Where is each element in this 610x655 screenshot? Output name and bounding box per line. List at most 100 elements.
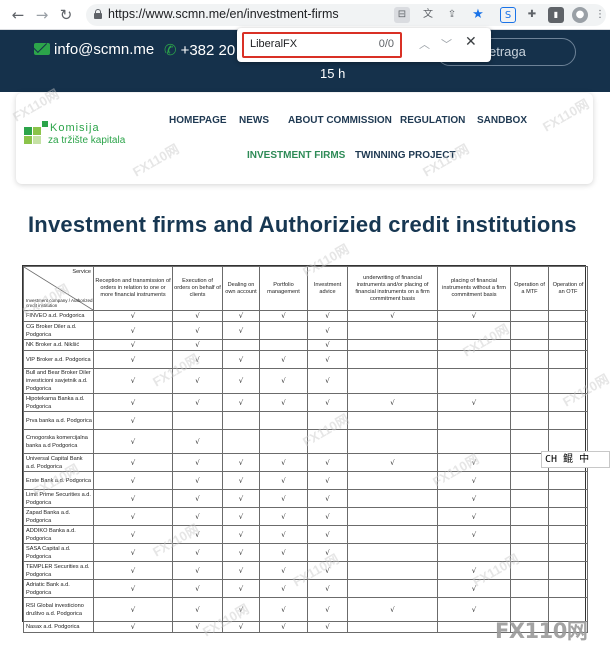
service-empty-cell	[510, 321, 549, 340]
service-check-cell: √	[222, 310, 260, 322]
menu-about-commission[interactable]: ABOUT COMMISSION	[288, 115, 392, 126]
service-empty-cell	[347, 525, 438, 544]
service-check-cell: √	[222, 543, 260, 562]
find-page-icon[interactable]: ⊟	[394, 7, 410, 23]
firm-name-cell: CG Broker Diler a.d. Podgorica	[23, 321, 94, 340]
service-check-cell: √	[172, 561, 223, 580]
firm-name-cell: Bull and Bear Broker Diler investicioni …	[23, 368, 94, 394]
forward-arrow-icon[interactable]: →	[32, 5, 52, 25]
site-logo[interactable]: Komisija za tržište kapitala	[24, 121, 125, 153]
find-close-icon[interactable]: ✕	[465, 34, 477, 50]
service-check-cell: √	[93, 543, 173, 562]
lock-icon	[94, 9, 102, 19]
service-check-cell: √	[222, 489, 260, 508]
table-row: Bull and Bear Broker Diler investicioni …	[23, 368, 588, 394]
profile-avatar-icon[interactable]: ●	[572, 7, 588, 23]
service-empty-cell	[437, 411, 511, 430]
contact-email[interactable]: info@scmn.me	[34, 41, 154, 58]
service-check-cell: √	[259, 489, 308, 508]
service-empty-cell	[510, 471, 549, 490]
menu-kebab-icon[interactable]: ⋮	[594, 7, 606, 23]
service-check-cell: √	[307, 507, 348, 526]
share-icon[interactable]: ⇪	[444, 7, 460, 23]
service-empty-cell	[347, 621, 438, 633]
service-empty-cell	[548, 471, 588, 490]
extension-s-icon[interactable]: S	[500, 7, 516, 23]
service-check-cell: √	[259, 525, 308, 544]
service-empty-cell	[347, 339, 438, 351]
firm-name-cell: Crnogorska komercijalna banka a.d Podgor…	[23, 429, 94, 454]
service-check-cell: √	[93, 339, 173, 351]
back-arrow-icon[interactable]: ←	[8, 5, 28, 25]
service-check-cell: √	[259, 453, 308, 472]
service-empty-cell	[548, 339, 588, 351]
service-check-cell: √	[307, 471, 348, 490]
find-previous-icon[interactable]: ︿	[419, 36, 430, 52]
service-empty-cell	[510, 507, 549, 526]
service-check-cell: √	[172, 471, 223, 490]
firm-name-cell: Limit Prime Securities a.d. Podgorica	[23, 489, 94, 508]
table-row: FINVEO a.d. Podgorica √ √ √ √ √ √ √	[23, 310, 588, 322]
service-empty-cell	[437, 321, 511, 340]
contact-phone[interactable]: ✆ +382 20 4	[164, 41, 248, 59]
table-row: Hipotekarna Banka a.d. Podgorica √ √ √ √ √ √ √	[23, 393, 588, 412]
service-empty-cell	[347, 579, 438, 598]
table-row: TEMPLER Securities a.d. Podgorica √ √ √ √ √ √	[23, 561, 588, 580]
firm-name-cell: Adriatic Bank a.d. Podgorica	[23, 579, 94, 598]
bookmark-star-icon[interactable]: ★	[470, 7, 486, 23]
service-empty-cell	[347, 543, 438, 562]
service-check-cell: √	[259, 310, 308, 322]
table-row: Prva banka a.d. Podgorica √	[23, 411, 588, 430]
menu-news[interactable]: NEWS	[239, 115, 269, 126]
service-check-cell: √	[437, 453, 511, 472]
service-check-cell: √	[222, 561, 260, 580]
service-check-cell: √	[222, 321, 260, 340]
service-empty-cell	[222, 429, 260, 454]
working-hours: 15 h	[320, 66, 346, 81]
service-check-cell: √	[172, 597, 223, 622]
table-body: FINVEO a.d. Podgorica √ √ √ √ √ √ √ CG Broker Di…	[23, 310, 588, 633]
firm-name-cell: SASA Capital a.d. Podgorica	[23, 543, 94, 562]
service-check-cell: √	[93, 368, 173, 394]
find-input[interactable]: LiberalFX 0/0	[242, 32, 402, 58]
service-empty-cell	[347, 489, 438, 508]
reload-icon[interactable]: ↻	[56, 5, 76, 25]
firm-name-cell: Nasax a.d. Podgorica	[23, 621, 94, 633]
service-check-cell: √	[347, 453, 438, 472]
firm-name-cell: NK Broker a.d. Nikšić	[23, 339, 94, 351]
service-check-cell: √	[172, 507, 223, 526]
table-row: VIP Broker a.d. Podgorica √ √ √ √ √	[23, 350, 588, 369]
service-empty-cell	[510, 310, 549, 322]
menu-twinning-project[interactable]: TWINNING PROJECT	[355, 150, 456, 161]
service-empty-cell	[548, 411, 588, 430]
service-empty-cell	[259, 429, 308, 454]
extensions-puzzle-icon[interactable]: ✚	[524, 7, 540, 23]
service-check-cell: √	[222, 393, 260, 412]
column-header: Portfolio management	[259, 266, 308, 311]
service-check-cell: √	[437, 507, 511, 526]
sidepanel-icon[interactable]: ▮	[548, 7, 564, 23]
service-check-cell: √	[172, 429, 223, 454]
service-check-cell: √	[172, 453, 223, 472]
menu-regulation[interactable]: REGULATION	[400, 115, 465, 126]
menu-sandbox[interactable]: SANDBOX	[477, 115, 527, 126]
firm-name-cell: Erste Bank a.d. Podgorica	[23, 471, 94, 490]
find-next-icon[interactable]: ﹀	[441, 36, 452, 52]
menu-investment-firms[interactable]: INVESTMENT FIRMS	[247, 150, 345, 161]
service-empty-cell	[548, 368, 588, 394]
firm-name-cell: FINVEO a.d. Podgorica	[23, 310, 94, 322]
service-check-cell: √	[259, 507, 308, 526]
service-empty-cell	[510, 543, 549, 562]
menu-homepage[interactable]: HOMEPAGE	[169, 115, 227, 126]
service-check-cell: √	[93, 321, 173, 340]
column-header: underwriting of financial instruments an…	[347, 266, 438, 311]
translate-icon[interactable]: 文	[420, 7, 436, 23]
service-check-cell: √	[222, 453, 260, 472]
table-row: Erste Bank a.d. Podgorica √ √ √ √ √ √	[23, 471, 588, 490]
service-check-cell: √	[222, 579, 260, 598]
firm-name-cell: Hipotekarna Banka a.d. Podgorica	[23, 393, 94, 412]
service-empty-cell	[510, 411, 549, 430]
ime-status-indicator[interactable]: CH 鲲 中	[541, 451, 610, 468]
service-check-cell: √	[307, 597, 348, 622]
service-check-cell: √	[259, 543, 308, 562]
